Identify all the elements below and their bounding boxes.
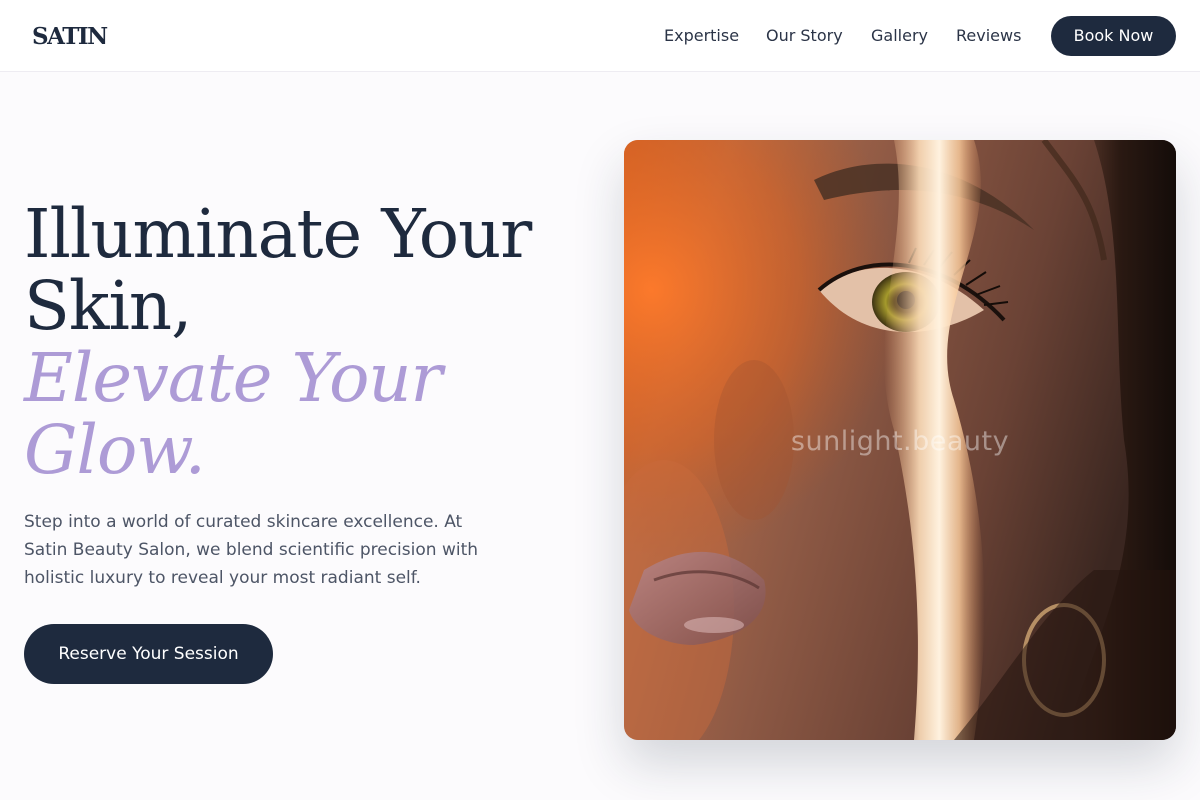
- headline-line-1: Illuminate Your: [24, 195, 532, 273]
- headline-accent-line-2: Glow.: [24, 411, 206, 489]
- headline-accent-line-1: Elevate Your: [24, 339, 443, 417]
- nav-link-expertise[interactable]: Expertise: [664, 25, 739, 47]
- site-header: SATIN Expertise Our Story Gallery Review…: [0, 0, 1200, 72]
- headline-line-2: Skin,: [24, 267, 192, 345]
- nav-link-our-story[interactable]: Our Story: [766, 25, 843, 47]
- brand-logo[interactable]: SATIN: [32, 22, 108, 52]
- hero-headline: Illuminate Your Skin, Elevate Your Glow.: [24, 195, 532, 489]
- book-now-button[interactable]: Book Now: [1051, 16, 1176, 56]
- reserve-session-button[interactable]: Reserve Your Session: [24, 624, 273, 684]
- hero-description: Step into a world of curated skincare ex…: [24, 512, 479, 588]
- image-watermark: sunlight.beauty: [790, 426, 1010, 457]
- nav-link-gallery[interactable]: Gallery: [871, 25, 928, 47]
- hero-portrait-image: sunlight.beauty: [624, 140, 1176, 740]
- nav-link-reviews[interactable]: Reviews: [956, 25, 1021, 47]
